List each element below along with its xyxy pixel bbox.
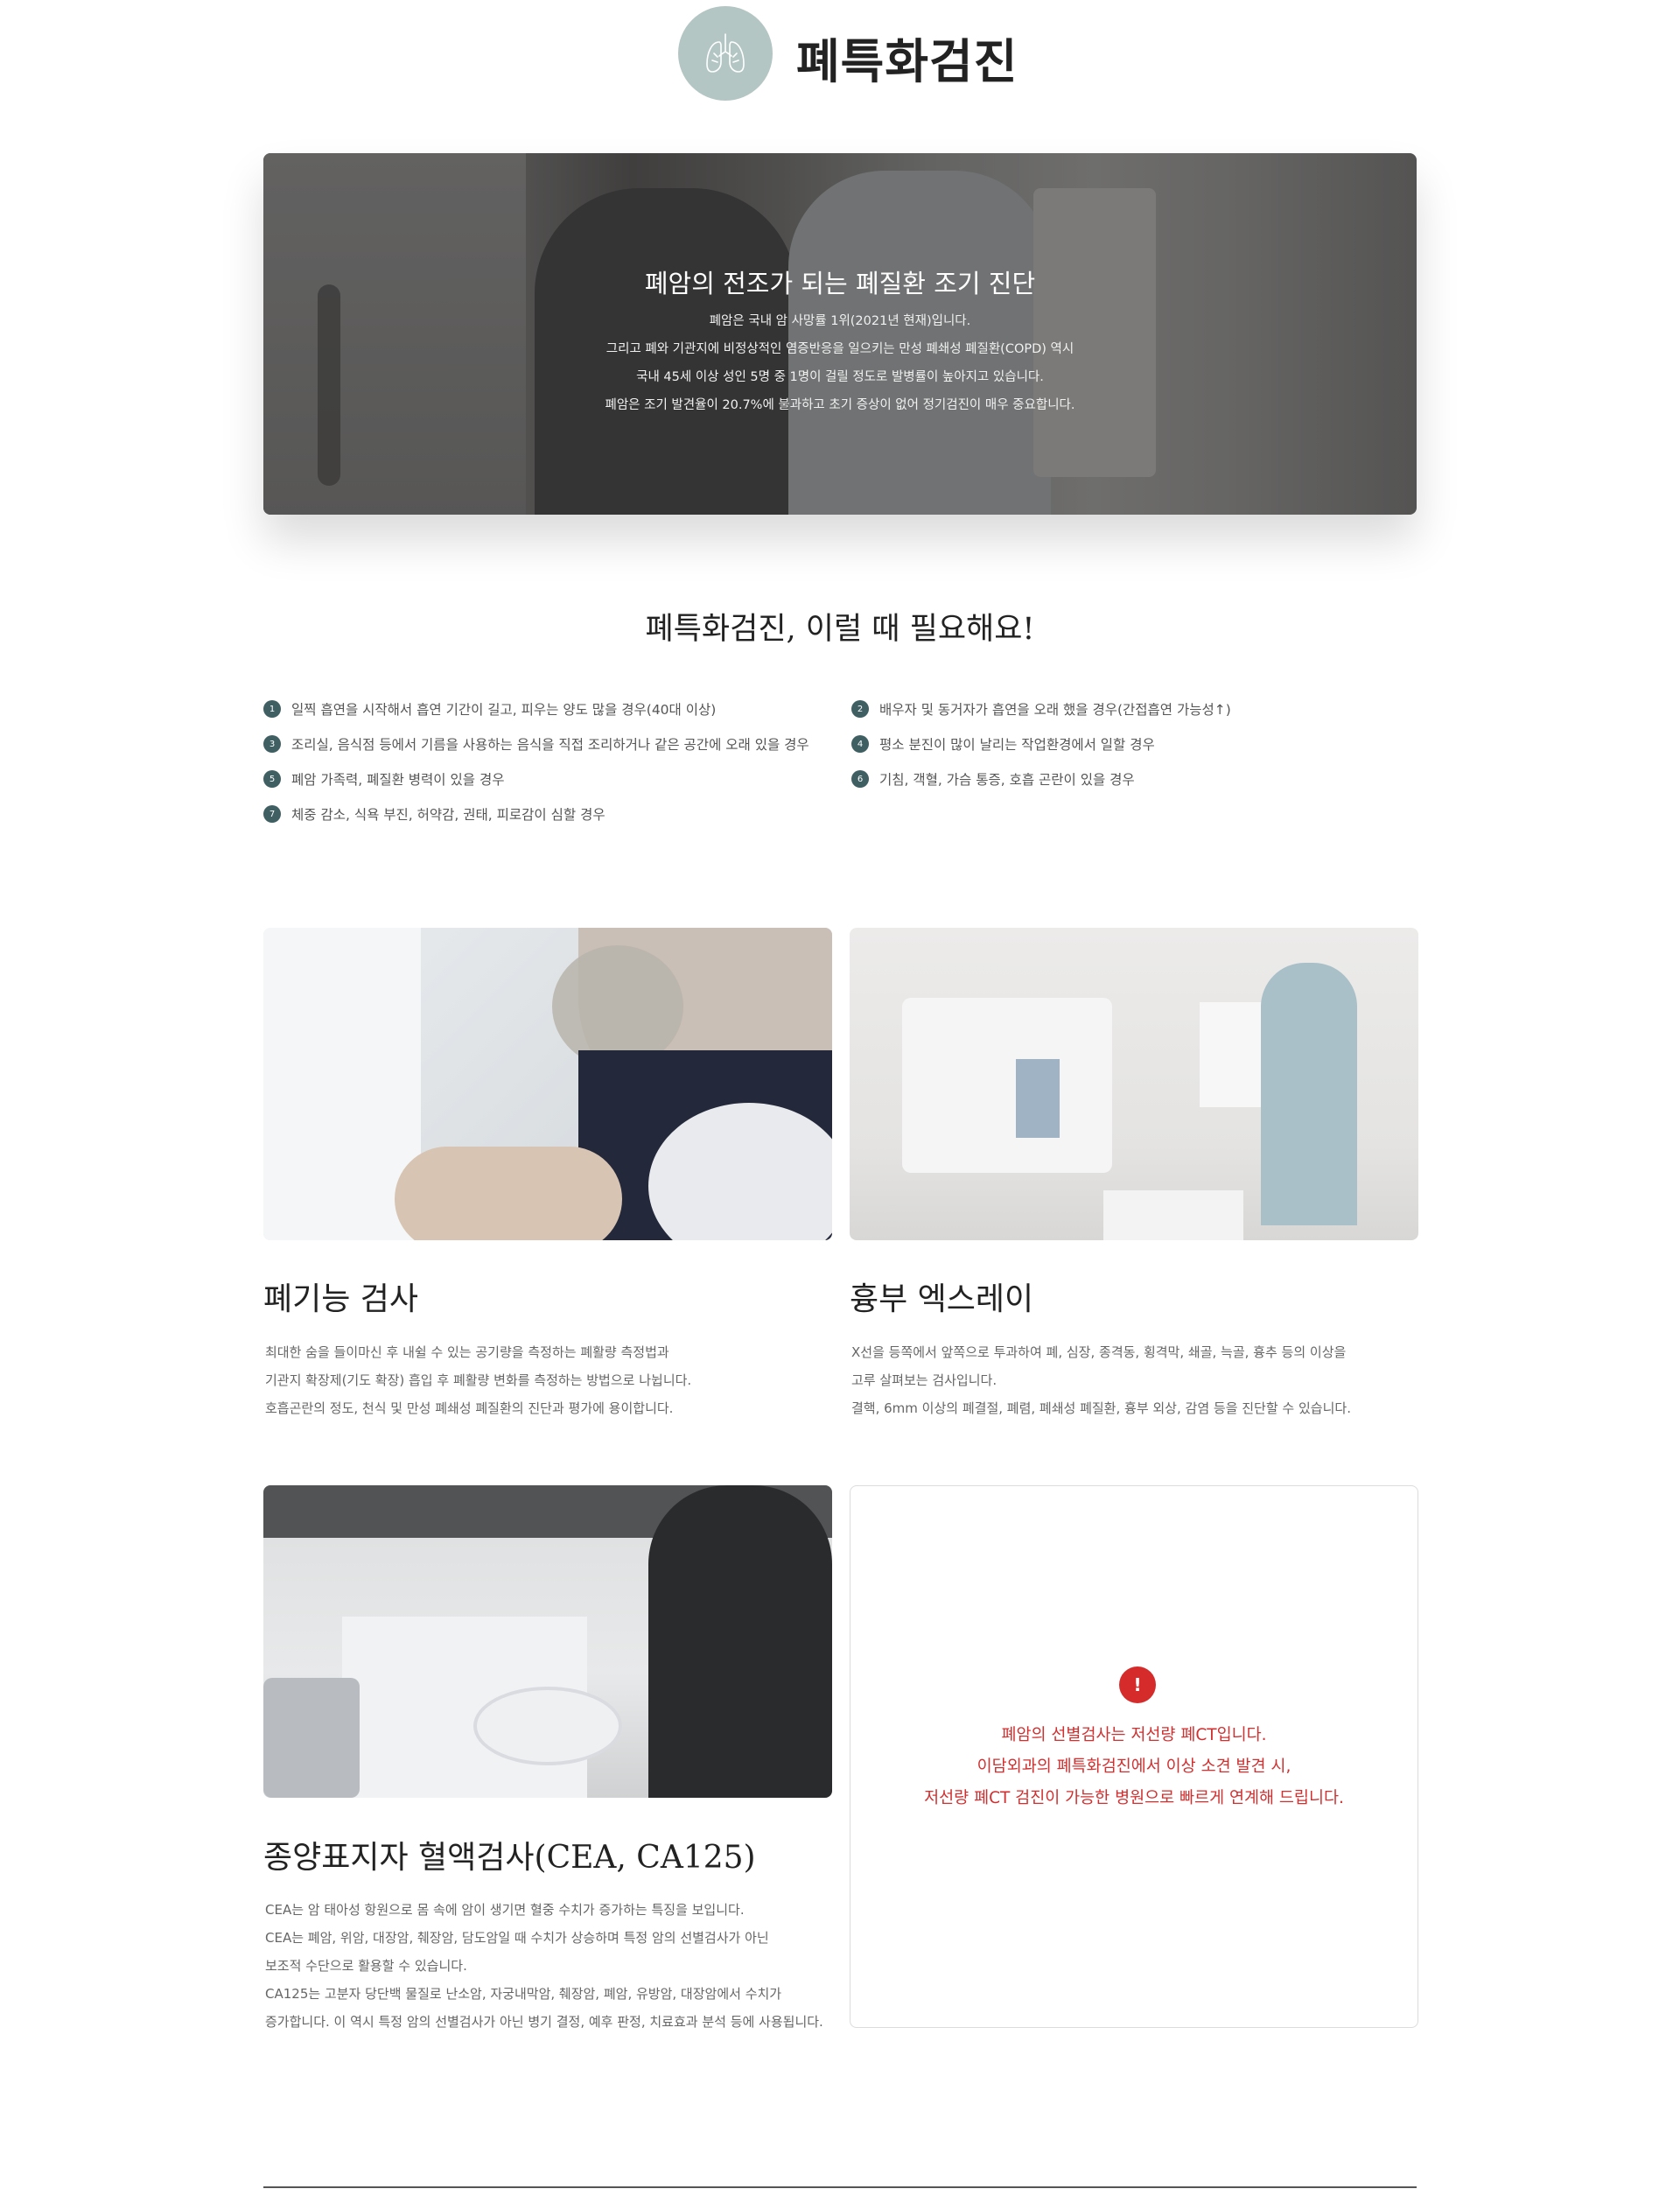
photo-mask — [552, 945, 683, 1068]
spirometry-photo — [263, 928, 832, 1240]
card-title: 흉부 엑스레이 — [850, 1281, 1034, 1317]
need-item: 2 배우자 및 동거자가 흡연을 오래 했을 경우(간접흡연 가능성↑) — [851, 698, 1231, 719]
notice-text: 이담외과의 폐특화검진에서 이상 소견 발견 시, — [976, 1758, 1292, 1776]
notice-text: 폐암의 선별검사는 저선량 폐CT입니다. — [1001, 1726, 1267, 1744]
card-text: CA125는 고분자 당단백 물질로 난소암, 자궁내막암, 췌장암, 폐암, … — [265, 1986, 782, 2002]
photo-equipment — [263, 1678, 360, 1798]
need-item: 1 일찍 흡연을 시작해서 흡연 기간이 길고, 피우는 양도 많을 경우(40… — [263, 698, 716, 719]
card-text: CEA는 암 태아성 항원으로 몸 속에 암이 생기면 혈중 수치가 증가하는 … — [265, 1902, 745, 1918]
ct-notice-box: ! 폐암의 선별검사는 저선량 폐CT입니다. 이담외과의 폐특화검진에서 이상… — [850, 1485, 1418, 2028]
need-item: 4 평소 분진이 많이 날리는 작업환경에서 일할 경우 — [851, 733, 1155, 754]
need-text: 폐암 가족력, 폐질환 병력이 있을 경우 — [291, 772, 505, 788]
need-text: 체중 감소, 식욕 부진, 허약감, 권태, 피로감이 심할 경우 — [291, 807, 606, 823]
need-text: 기침, 객혈, 가슴 통증, 호흡 곤란이 있을 경우 — [879, 772, 1135, 788]
blood-test-photo — [263, 1485, 832, 1798]
card-text: X선을 등쪽에서 앞쪽으로 투과하여 폐, 심장, 종격동, 횡격막, 쇄골, … — [851, 1344, 1347, 1360]
photo-patient — [1261, 963, 1357, 1225]
hero-banner: 폐암의 전조가 되는 폐질환 조기 진단 폐암은 국내 암 사망률 1위(202… — [263, 153, 1417, 515]
hero-title: 폐암의 전조가 되는 폐질환 조기 진단 — [644, 269, 1036, 298]
photo-xray-machine — [902, 998, 1112, 1173]
exclamation-icon: ! — [1119, 1666, 1156, 1703]
photo-xray-screen — [1016, 1059, 1060, 1138]
need-text: 일찍 흡연을 시작해서 흡연 기간이 길고, 피우는 양도 많을 경우(40대 … — [291, 702, 717, 718]
notice-text: 저선량 폐CT 검진이 가능한 병원으로 빠르게 연계해 드립니다. — [924, 1789, 1344, 1807]
need-text: 조리실, 음식점 등에서 기름을 사용하는 음식을 직접 조리하거나 같은 공간… — [291, 737, 809, 753]
card-text: 호흡곤란의 정도, 천식 및 만성 폐쇄성 폐질환의 진단과 평가에 용이합니다… — [265, 1400, 674, 1416]
page-title: 폐특화검진 — [796, 33, 1018, 89]
xray-photo — [850, 928, 1418, 1240]
card-text: 결핵, 6mm 이상의 폐결절, 폐렴, 폐쇄성 폐질환, 흉부 외상, 감염 … — [851, 1400, 1351, 1416]
need-text: 평소 분진이 많이 날리는 작업환경에서 일할 경우 — [879, 737, 1155, 753]
need-item: 6 기침, 객혈, 가슴 통증, 호흡 곤란이 있을 경우 — [851, 768, 1135, 789]
need-number-badge: 3 — [263, 735, 281, 753]
card-title: 종양표지자 혈액검사(CEA, CA125) — [263, 1840, 756, 1876]
need-item: 5 폐암 가족력, 폐질환 병력이 있을 경우 — [263, 768, 504, 789]
hero-line: 폐암은 국내 암 사망률 1위(2021년 현재)입니다. — [709, 314, 971, 328]
card-text: CEA는 폐암, 위암, 대장암, 췌장암, 담도암일 때 수치가 상승하며 특… — [265, 1930, 769, 1946]
card-text: 고루 살펴보는 검사입니다. — [851, 1372, 998, 1388]
hero-line: 그리고 폐와 기관지에 비정상적인 염증반응을 일으키는 만성 폐쇄성 폐질환(… — [606, 342, 1074, 356]
need-number-badge: 2 — [851, 700, 869, 718]
photo-sample-tray — [473, 1687, 622, 1765]
need-text: 배우자 및 동거자가 흡연을 오래 했을 경우(간접흡연 가능성↑) — [879, 702, 1231, 718]
need-number-badge: 1 — [263, 700, 281, 718]
card-text: 최대한 숨을 들이마신 후 내쉴 수 있는 공기량을 측정하는 폐활량 측정법과 — [265, 1344, 669, 1360]
lungs-icon — [678, 6, 773, 101]
photo-bench — [1103, 1190, 1243, 1240]
card-title: 폐기능 검사 — [263, 1281, 419, 1317]
hero-line: 국내 45세 이상 성인 5명 중 1명이 걸릴 정도로 발병률이 높아지고 있… — [636, 370, 1044, 384]
section-divider — [263, 2186, 1417, 2188]
need-number-badge: 7 — [263, 805, 281, 823]
need-number-badge: 6 — [851, 770, 869, 788]
photo-hand — [395, 1147, 622, 1240]
need-number-badge: 4 — [851, 735, 869, 753]
needs-section-title: 폐특화검진, 이럴 때 필요해요! — [645, 612, 1035, 647]
need-number-badge: 5 — [263, 770, 281, 788]
need-item: 3 조리실, 음식점 등에서 기름을 사용하는 음식을 직접 조리하거나 같은 … — [263, 733, 809, 754]
card-text: 증가합니다. 이 역시 특정 암의 선별검사가 아닌 병기 결정, 예후 판정,… — [265, 2014, 823, 2030]
photo-technician — [648, 1485, 832, 1798]
hero-text: 폐암의 전조가 되는 폐질환 조기 진단 폐암은 국내 암 사망률 1위(202… — [263, 153, 1417, 515]
need-item: 7 체중 감소, 식욕 부진, 허약감, 권태, 피로감이 심할 경우 — [263, 803, 606, 824]
card-text: 보조적 수단으로 활용할 수 있습니다. — [265, 1958, 467, 1974]
hero-line: 폐암은 조기 발견율이 20.7%에 불과하고 초기 증상이 없어 정기검진이 … — [605, 398, 1075, 412]
page-header: 폐특화검진 — [0, 0, 1680, 105]
card-text: 기관지 확장제(기도 확장) 흡입 후 폐활량 변화를 측정하는 방법으로 나뉩… — [265, 1372, 692, 1388]
